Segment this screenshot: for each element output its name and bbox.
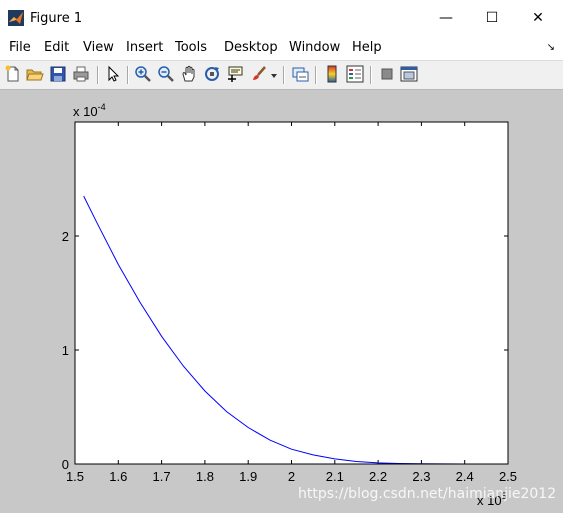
x-tick-label: 2.5	[499, 469, 517, 484]
x-tick-label: 1.7	[153, 469, 171, 484]
x-tick-label: 2.4	[456, 469, 474, 484]
watermark-text: https://blog.csdn.net/haimianjie2012	[298, 486, 557, 502]
y-tick-label: 0	[62, 457, 69, 472]
x-tick-label: 2.3	[412, 469, 430, 484]
figure-window: Figure 1 — ☐ ✕ File Edit View Insert Too…	[0, 0, 563, 513]
x-tick-label: 2	[288, 469, 295, 484]
y-multiplier-label: x 10-4	[73, 102, 106, 119]
x-tick-label: 1.6	[109, 469, 127, 484]
x-tick-label: 2.1	[326, 469, 344, 484]
y-tick-label: 2	[62, 229, 69, 244]
x-tick-label: 2.2	[369, 469, 387, 484]
figure-canvas: 1.5 1.6 1.7 1.8 1.9 2 2.1 2.2 2.3 2.4 2.5012 x 10-…	[62, 102, 517, 508]
y-tick-label: 1	[62, 343, 69, 358]
x-tick-label: 1.9	[239, 469, 257, 484]
axes-area[interactable]	[75, 122, 508, 464]
x-tick-label: 1.8	[196, 469, 214, 484]
